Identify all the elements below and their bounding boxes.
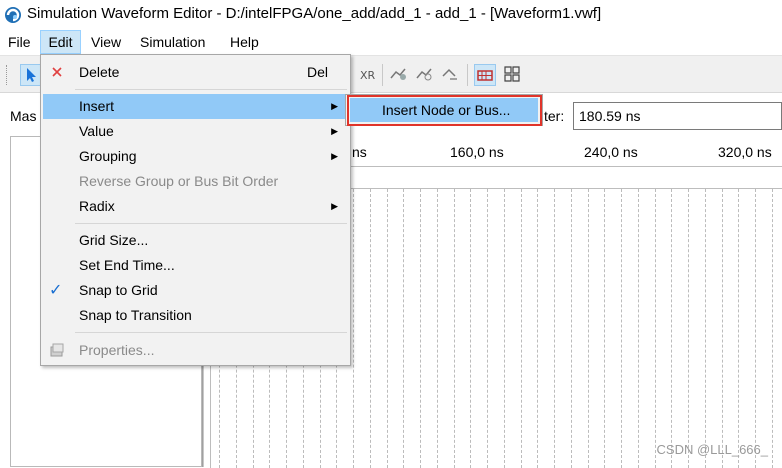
- title-bar: Simulation Waveform Editor - D:/intelFPG…: [0, 0, 782, 30]
- menu-item-grid-size[interactable]: Grid Size...: [43, 228, 348, 253]
- submenu-arrow-icon: ▶: [331, 126, 338, 136]
- grid-line: [688, 189, 689, 468]
- snap-to-grid-icon[interactable]: [474, 64, 496, 86]
- submenu-arrow-icon: ▶: [331, 151, 338, 161]
- menu-item-label: Insert: [79, 98, 115, 114]
- edit-menu-dropdown: Delete Del Insert ▶ Value ▶ Grouping ▶ R…: [40, 54, 351, 366]
- menu-item-label: Radix: [79, 198, 115, 214]
- menu-item-insert[interactable]: Insert ▶: [43, 94, 348, 119]
- grid-line: [387, 189, 388, 468]
- menu-bar: File Edit View Simulation Help: [0, 30, 782, 54]
- toolbar-separator: [467, 64, 468, 86]
- grid-line: [621, 189, 622, 468]
- grid-line: [437, 189, 438, 468]
- menu-item-label: Snap to Grid: [79, 282, 158, 298]
- clock-value-icon[interactable]: [414, 64, 434, 84]
- grid-line: [470, 189, 471, 468]
- grid-line: [588, 189, 589, 468]
- ruler-tick-label: 320,0 ns: [718, 144, 772, 160]
- grid-line: [705, 189, 706, 468]
- svg-text:XR: XR: [360, 69, 376, 82]
- grid-line: [521, 189, 522, 468]
- grid-line: [504, 189, 505, 468]
- menu-item-label: Value: [79, 123, 114, 139]
- menu-item-properties[interactable]: Properties...: [43, 338, 348, 363]
- menu-item-set-end-time[interactable]: Set End Time...: [43, 253, 348, 278]
- submenu-arrow-icon: ▶: [331, 201, 338, 211]
- grid-line: [420, 189, 421, 468]
- menu-file[interactable]: File: [4, 30, 35, 54]
- grid-line: [738, 189, 739, 468]
- menu-item-reverse-group[interactable]: Reverse Group or Bus Bit Order: [43, 169, 348, 194]
- menu-item-snap-to-transition[interactable]: Snap to Transition: [43, 303, 348, 328]
- annotation-highlight-box: [347, 95, 542, 126]
- grid-line: [772, 189, 773, 468]
- count-value-icon[interactable]: [388, 64, 408, 84]
- grid-line: [671, 189, 672, 468]
- menu-item-label: Set End Time...: [79, 257, 175, 273]
- menu-item-label: Reverse Group or Bus Bit Order: [79, 173, 279, 189]
- grid-line: [655, 189, 656, 468]
- pointer-time-field[interactable]: 180.59 ns: [573, 102, 782, 130]
- pointer-label: ter:: [544, 108, 565, 124]
- master-time-bar-label: Mas: [10, 108, 37, 124]
- menu-separator: [75, 89, 347, 90]
- ruler-tick-label: 240,0 ns: [584, 144, 638, 160]
- menu-item-snap-to-grid[interactable]: ✓ Snap to Grid: [43, 278, 348, 303]
- grid-line: [722, 189, 723, 468]
- toolbar-separator: [382, 64, 383, 86]
- watermark-text: CSDN @LLL_666_: [656, 442, 768, 457]
- grid-line: [571, 189, 572, 468]
- menu-simulation[interactable]: Simulation: [136, 30, 209, 54]
- menu-item-label: Grouping: [79, 148, 137, 164]
- submenu-arrow-icon: ▶: [331, 101, 338, 111]
- selection-tool-icon[interactable]: [20, 64, 42, 86]
- properties-icon: [50, 343, 64, 357]
- checkmark-icon: ✓: [49, 282, 63, 299]
- ruler-tick-label: 160,0 ns: [450, 144, 504, 160]
- delete-x-icon: [52, 67, 62, 77]
- ruler-tick-label: ns: [352, 144, 367, 160]
- menu-item-radix[interactable]: Radix ▶: [43, 194, 348, 219]
- grid-icon[interactable]: [502, 64, 522, 84]
- menu-edit[interactable]: Edit: [40, 30, 81, 54]
- grid-line: [353, 189, 354, 468]
- grid-line: [454, 189, 455, 468]
- menu-item-grouping[interactable]: Grouping ▶: [43, 144, 348, 169]
- menu-item-label: Grid Size...: [79, 232, 149, 248]
- menu-item-shortcut: Del: [306, 64, 328, 80]
- menu-item-delete[interactable]: Delete Del: [43, 60, 348, 85]
- random-value-icon[interactable]: [440, 64, 460, 84]
- menu-help[interactable]: Help: [226, 30, 263, 54]
- menu-separator: [75, 332, 347, 333]
- grid-line: [755, 189, 756, 468]
- window-title: Simulation Waveform Editor - D:/intelFPG…: [27, 5, 602, 22]
- quartus-app-icon: [5, 7, 21, 23]
- grid-line: [370, 189, 371, 468]
- menu-item-value[interactable]: Value ▶: [43, 119, 348, 144]
- grid-line: [537, 189, 538, 468]
- grid-line: [487, 189, 488, 468]
- menu-item-label: Snap to Transition: [79, 307, 192, 323]
- menu-view[interactable]: View: [87, 30, 125, 54]
- menu-item-label: Properties...: [79, 342, 155, 358]
- grid-line: [403, 189, 404, 468]
- grid-line: [554, 189, 555, 468]
- menu-item-label: Delete: [79, 64, 120, 80]
- menu-separator: [75, 223, 347, 224]
- grid-line: [604, 189, 605, 468]
- toolbar-grip[interactable]: [6, 65, 10, 85]
- grid-line: [638, 189, 639, 468]
- invert-value-icon[interactable]: XR: [357, 64, 377, 84]
